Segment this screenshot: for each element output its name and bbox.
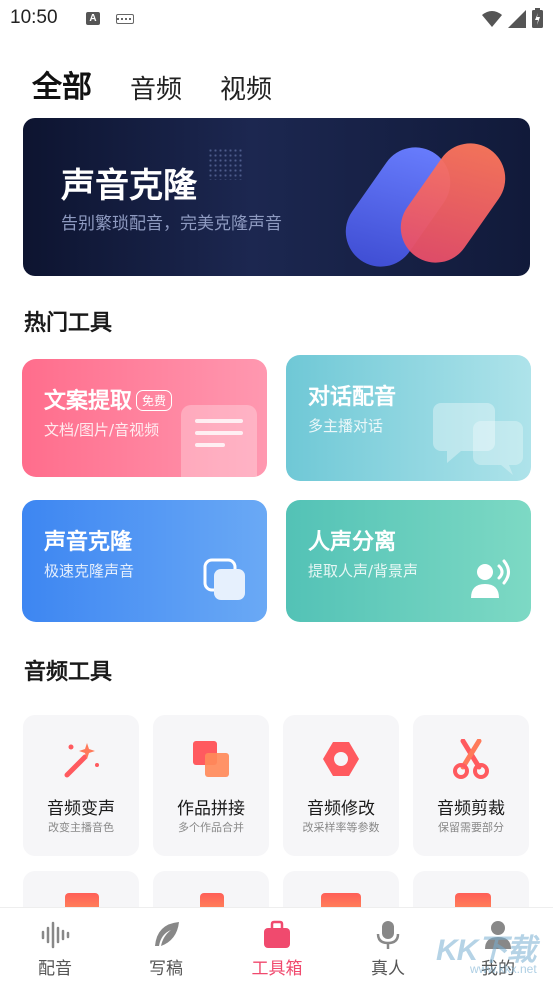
audio-tool-partial[interactable] (23, 871, 139, 911)
audio-tool-modify[interactable]: 音频修改 改采样率等参数 (283, 715, 399, 856)
scissors-icon (453, 739, 489, 779)
nav-toolbox[interactable]: 工具箱 (222, 908, 332, 984)
audio-tool-desc: 保留需要部分 (438, 821, 504, 834)
audio-tool-desc: 改采样率等参数 (302, 821, 380, 834)
status-time: 10:50 (10, 7, 58, 28)
nav-label: 真人 (371, 959, 405, 979)
hot-tools-title: 热门工具 (24, 311, 113, 336)
hot-tool-title: 对话配音 (308, 385, 397, 410)
document-icon (181, 405, 257, 477)
signal-icon (508, 10, 526, 28)
hot-tool-subtitle: 极速克隆声音 (44, 562, 135, 580)
waveform-icon (41, 921, 70, 949)
hexagon-nut-icon (323, 742, 359, 776)
audio-tool-partial[interactable] (413, 871, 529, 911)
free-badge: 免费 (136, 390, 173, 411)
tab-video[interactable]: 视频 (220, 69, 272, 106)
microphone-icon (376, 921, 400, 949)
audio-tool-voice-change[interactable]: 音频变声 改变主播音色 (23, 715, 139, 856)
audio-tool-desc: 改变主播音色 (48, 821, 114, 834)
nav-label: 工具箱 (251, 959, 303, 979)
audio-tool-merge[interactable]: 作品拼接 多个作品合并 (153, 715, 269, 856)
audio-tool-name: 音频修改 (307, 799, 375, 819)
hot-tool-text-extract[interactable]: 文案提取 免费 文档/图片/音视频 (22, 359, 267, 477)
nav-writing[interactable]: 写稿 (111, 908, 221, 984)
hot-tool-dialogue-dubbing[interactable]: 对话配音 多主播对话 (286, 355, 531, 481)
a-notification-icon: A (86, 12, 100, 25)
banner-dots-decoration (208, 148, 244, 180)
audio-tool-name: 作品拼接 (177, 799, 245, 819)
banner-subtitle: 告别繁琐配音，完美克隆声音 (61, 214, 282, 234)
nav-real-person[interactable]: 真人 (333, 908, 443, 984)
category-tabs: 全部 音频 视频 (32, 62, 310, 122)
battery-icon (532, 8, 543, 28)
audio-tools-title: 音频工具 (24, 660, 113, 685)
nav-dubbing[interactable]: 配音 (0, 908, 110, 984)
tab-all[interactable]: 全部 (32, 62, 92, 122)
audio-tool-partial[interactable] (283, 871, 399, 911)
hot-tool-voice-clone[interactable]: 声音克隆 极速克隆声音 (22, 500, 267, 622)
feather-icon (155, 922, 179, 946)
audio-tool-name: 音频变声 (47, 799, 115, 819)
hot-tool-vocal-separation[interactable]: 人声分离 提取人声/背景声 (286, 500, 531, 622)
audio-tool-trim[interactable]: 音频剪裁 保留需要部分 (413, 715, 529, 856)
copy-icon (203, 558, 245, 600)
audio-tool-name: 音频剪裁 (437, 799, 505, 819)
hot-tool-subtitle: 多主播对话 (308, 417, 384, 435)
stack-icon (193, 741, 229, 777)
toolbox-icon (264, 920, 290, 948)
keyboard-icon (116, 14, 134, 24)
watermark-url: www.kkx.net (470, 962, 537, 976)
nav-label: 写稿 (149, 959, 183, 979)
hot-tool-title: 声音克隆 (44, 530, 133, 555)
nav-label: 配音 (38, 959, 72, 979)
hot-tool-title: 文案提取 免费 (44, 383, 173, 415)
audio-tool-desc: 多个作品合并 (178, 821, 244, 834)
audio-tool-partial[interactable] (153, 871, 269, 911)
banner-title: 声音克隆 (61, 166, 197, 206)
chat-bubbles-icon (433, 403, 523, 475)
voice-person-icon (471, 559, 510, 598)
status-bar: 10:50 A (0, 0, 553, 38)
tab-audio[interactable]: 音频 (130, 69, 182, 106)
hot-tool-subtitle: 文档/图片/音视频 (44, 421, 160, 439)
hot-tool-subtitle: 提取人声/背景声 (308, 562, 419, 580)
wifi-icon (482, 11, 502, 27)
magic-wand-icon (64, 743, 99, 778)
hot-tool-title: 人声分离 (308, 530, 397, 555)
voice-clone-banner[interactable]: 声音克隆 告别繁琐配音，完美克隆声音 (23, 118, 530, 276)
